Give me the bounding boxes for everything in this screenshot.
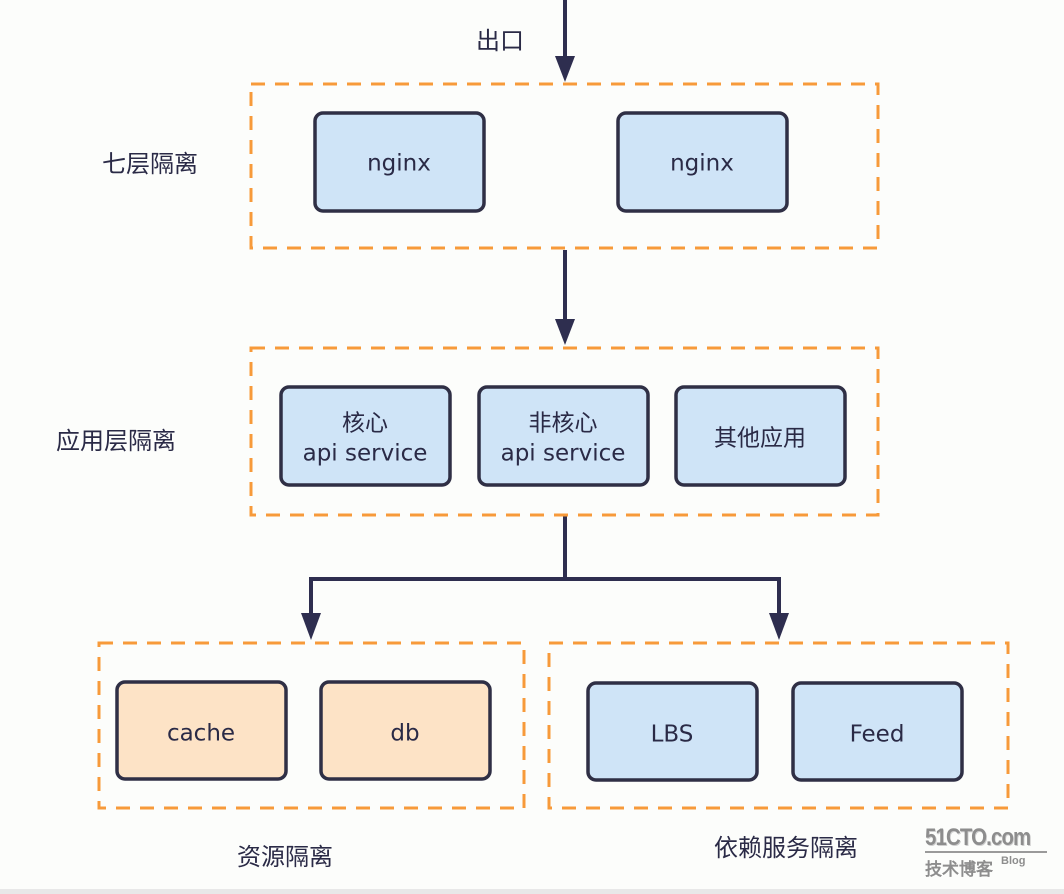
group-resource: 资源隔离 cache db [97, 641, 526, 871]
watermark-brand: 51CTO.com [925, 824, 1031, 851]
node-lbs: LBS [586, 681, 759, 782]
group-label: 依赖服务隔离 [714, 834, 858, 862]
arrowhead-icon [769, 613, 789, 640]
node-label: cache [167, 721, 235, 747]
node-label-line1: 核心 [342, 411, 388, 437]
edge-app-to-resource [309, 516, 567, 620]
node-label-line2: api service [501, 441, 626, 467]
node-db: db [319, 680, 492, 781]
watermark-subtitle-row: 技术博客 Blog [925, 855, 1055, 880]
arrowhead-icon [555, 56, 575, 82]
node-label: nginx [670, 151, 734, 177]
watermark-divider [925, 851, 1047, 853]
group-label: 七层隔离 [102, 150, 198, 178]
group-app: 应用层隔离 核心 api service 非核心 api service 其他应… [56, 346, 880, 517]
group-label: 资源隔离 [237, 843, 333, 871]
node-nginx-2: nginx [616, 111, 789, 213]
group-l7: 七层隔离 nginx nginx [102, 82, 880, 250]
node-label: 其他应用 [714, 426, 806, 452]
watermark-subtitle: 技术博客 [925, 860, 993, 880]
isolation-diagram: 出口 七层隔离 nginx nginx 应用层隔离 核心 api service… [56, 0, 1010, 871]
arrowhead-icon [301, 613, 321, 640]
node-label-line2: api service [303, 441, 428, 467]
node-other-apps: 其他应用 [674, 385, 847, 487]
node-feed: Feed [791, 681, 964, 782]
node-label-line1: 非核心 [529, 411, 598, 437]
group-label: 应用层隔离 [56, 427, 176, 455]
node-cache: cache [115, 680, 288, 781]
edge-app-to-dependency [565, 577, 781, 620]
watermark-logo: 51CTO.com 技术博客 Blog [925, 826, 1055, 880]
node-label: nginx [367, 151, 431, 177]
bottom-border [0, 889, 1064, 894]
watermark-tag: Blog [1001, 855, 1026, 867]
node-nginx-1: nginx [313, 111, 486, 213]
entry-label: 出口 [476, 27, 524, 55]
edges [301, 0, 789, 640]
node-label: db [390, 721, 419, 747]
node-label: Feed [850, 722, 905, 748]
node-label: LBS [651, 722, 694, 748]
node-noncore-api: 非核心 api service [477, 385, 650, 487]
node-core-api: 核心 api service [279, 385, 452, 487]
arrowhead-icon [555, 319, 575, 345]
